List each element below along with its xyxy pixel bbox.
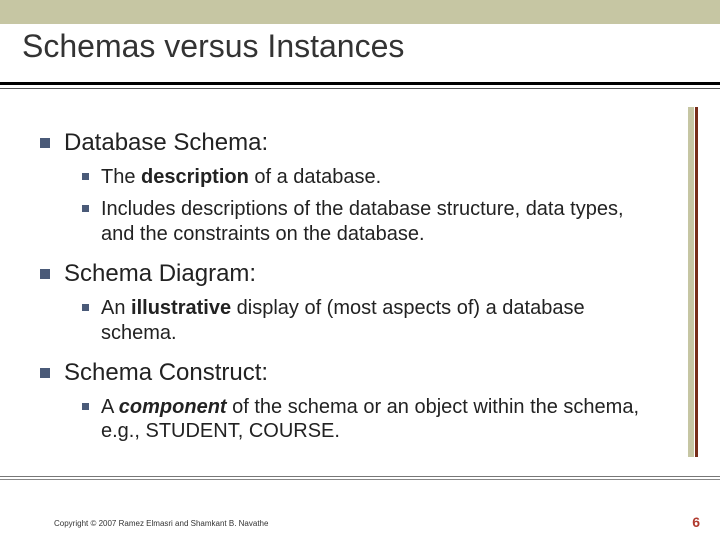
content-body: Database Schema: The description of a da…	[40, 115, 660, 444]
page-number: 6	[692, 514, 700, 530]
list-subitem: A component of the schema or an object w…	[82, 395, 660, 444]
text-run: An	[101, 297, 131, 319]
list-subitem: Includes descriptions of the database st…	[82, 197, 660, 246]
square-bullet-icon	[82, 205, 89, 212]
top-decor-band	[0, 0, 720, 24]
footer-rule	[0, 479, 720, 480]
square-bullet-icon	[82, 173, 89, 180]
square-bullet-icon	[82, 304, 89, 311]
footer-rule	[0, 476, 720, 477]
text-run: A	[101, 396, 119, 418]
slide: Schemas versus Instances Database Schema…	[0, 0, 720, 540]
text-strong-italic: component	[119, 396, 227, 418]
text-run: Includes descriptions of the database st…	[101, 198, 624, 244]
list-item-label: Schema Construct:	[64, 359, 268, 387]
list-subitem: The description of a database.	[82, 165, 660, 189]
right-accent-dark	[695, 107, 698, 457]
title-underline-thin	[0, 88, 720, 89]
square-bullet-icon	[40, 269, 50, 279]
list-subitem: An illustrative display of (most aspects…	[82, 296, 660, 345]
list-subitem-text: An illustrative display of (most aspects…	[101, 296, 660, 345]
square-bullet-icon	[40, 368, 50, 378]
list-item: Schema Construct:	[40, 359, 660, 387]
list-item-label: Schema Diagram:	[64, 260, 256, 288]
slide-title: Schemas versus Instances	[22, 28, 404, 65]
title-area: Schemas versus Instances	[22, 28, 404, 65]
text-run: The	[101, 166, 141, 188]
list-subitem-text: Includes descriptions of the database st…	[101, 197, 660, 246]
square-bullet-icon	[82, 403, 89, 410]
title-underline-thick	[0, 82, 720, 85]
text-strong: illustrative	[131, 297, 231, 319]
right-accent-light	[688, 107, 694, 457]
list-subitem-text: The description of a database.	[101, 165, 381, 189]
list-subitem-text: A component of the schema or an object w…	[101, 395, 660, 444]
list-item: Database Schema:	[40, 129, 660, 157]
text-run: of a database.	[249, 166, 381, 188]
list-item: Schema Diagram:	[40, 260, 660, 288]
list-item-label: Database Schema:	[64, 129, 268, 157]
copyright-text: Copyright © 2007 Ramez Elmasri and Shamk…	[54, 519, 268, 528]
square-bullet-icon	[40, 138, 50, 148]
text-strong: description	[141, 166, 249, 188]
